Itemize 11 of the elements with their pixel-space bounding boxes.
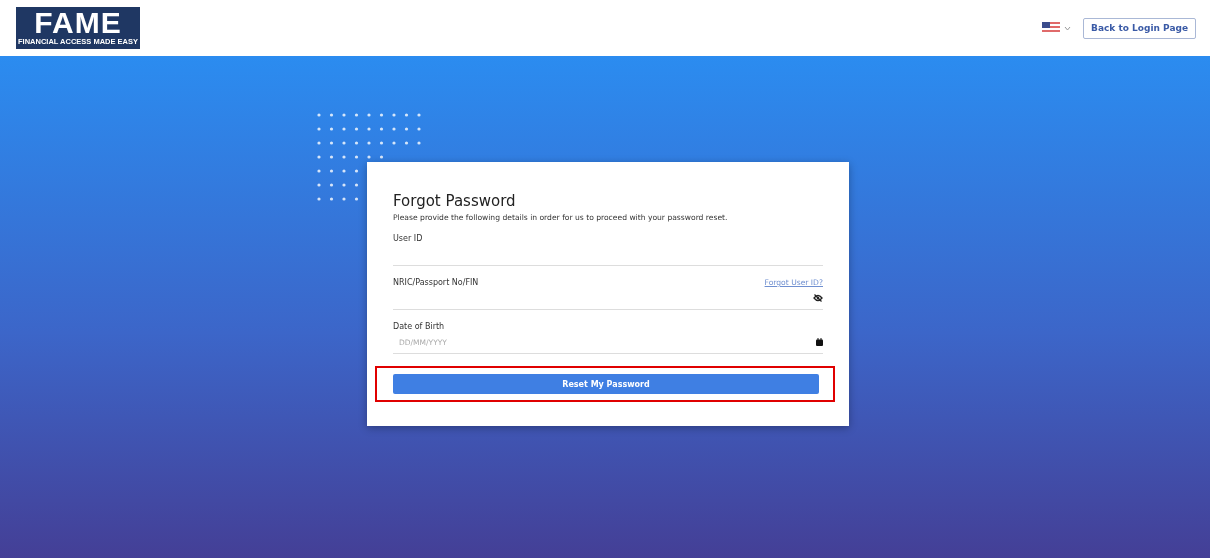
field-label: User ID <box>393 234 423 243</box>
field-label: Date of Birth <box>393 322 445 331</box>
form-title: Forgot Password <box>393 192 517 210</box>
flag-icon[interactable] <box>1042 22 1061 34</box>
caret-icon[interactable] <box>1064 25 1072 31</box>
logo-title: FAME <box>34 8 122 38</box>
reset-password-button[interactable]: Reset My Password <box>393 374 819 394</box>
calendar-icon[interactable] <box>816 338 823 346</box>
field-label: NRIC/Passport No/FIN <box>393 278 479 287</box>
back-to-login-button[interactable]: Back to Login Page <box>1083 17 1196 39</box>
eye-slash-icon[interactable] <box>813 294 823 302</box>
